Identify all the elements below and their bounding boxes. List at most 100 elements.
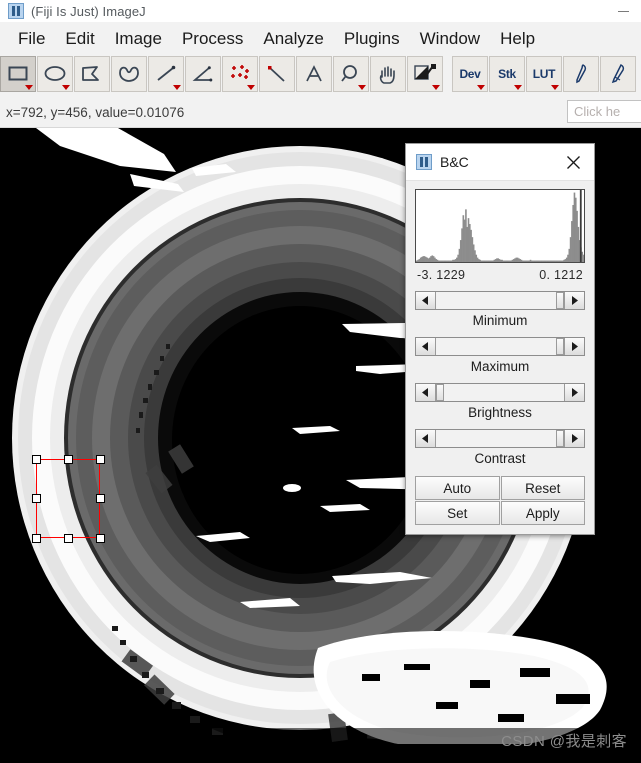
apply-button[interactable]: Apply <box>500 501 585 525</box>
caret-left-icon <box>422 388 428 397</box>
contrast-left-arrow-button[interactable] <box>416 430 436 447</box>
brightness-contrast-dialog: B&C -3. 1229 0. 1212 Minimum Maximum Bri… <box>405 143 595 535</box>
bc-dialog-titlebar: B&C <box>406 144 594 181</box>
menu-item-plugins[interactable]: Plugins <box>334 27 410 51</box>
roi-handle-top-left[interactable] <box>32 455 41 464</box>
brightness-label: Brightness <box>468 405 532 420</box>
bc-dialog-body: -3. 1229 0. 1212 Minimum Maximum Brightn… <box>406 181 594 534</box>
rectangle-roi[interactable] <box>36 459 100 538</box>
dev-button-label: Dev <box>459 67 481 81</box>
caret-right-icon <box>572 342 578 351</box>
roi-handle-top-right[interactable] <box>96 455 105 464</box>
minimum-thumb[interactable] <box>556 292 564 309</box>
minimum-label: Minimum <box>472 313 528 328</box>
freehand-tool[interactable] <box>111 56 147 92</box>
roi-handle-bottom-center[interactable] <box>64 534 73 543</box>
stk-button-label: Stk <box>498 67 516 81</box>
chevron-down-icon <box>477 85 485 90</box>
roi-handle-bottom-left[interactable] <box>32 534 41 543</box>
roi-handle-middle-right[interactable] <box>96 494 105 503</box>
contrast-label: Contrast <box>474 451 526 466</box>
imagej-window: (Fiji Is Just) ImageJ File Edit Image Pr… <box>0 0 641 763</box>
caret-left-icon <box>422 296 428 305</box>
set-button[interactable]: Set <box>415 501 500 525</box>
angle-tool[interactable] <box>185 56 221 92</box>
bc-button-grid: Auto Reset Set Apply <box>415 476 585 525</box>
lut-button-label: LUT <box>532 67 556 81</box>
roi-handle-top-center[interactable] <box>64 455 73 464</box>
dropper-tool[interactable] <box>407 56 443 92</box>
menu-item-help[interactable]: Help <box>490 27 545 51</box>
histogram-max-label: 0. 1212 <box>539 268 583 282</box>
brightness-thumb[interactable] <box>436 384 444 401</box>
csdn-watermark: CSDN @我是刺客 <box>501 733 627 750</box>
window-controls <box>605 0 641 22</box>
menu-item-file[interactable]: File <box>8 27 55 51</box>
menu-item-window[interactable]: Window <box>410 27 490 51</box>
contrast-track[interactable] <box>436 430 564 447</box>
chevron-down-icon <box>514 85 522 90</box>
menu-item-edit[interactable]: Edit <box>55 27 104 51</box>
line-tool[interactable] <box>148 56 184 92</box>
chevron-down-icon <box>358 85 366 90</box>
minimum-right-arrow-button[interactable] <box>564 292 584 309</box>
wand-tool[interactable] <box>259 56 295 92</box>
status-bar: x=792, y=456, value=0.01076 Click he <box>0 97 641 128</box>
brightness-left-arrow-button[interactable] <box>416 384 436 401</box>
dev-button[interactable]: Dev <box>452 56 488 92</box>
contrast-thumb[interactable] <box>556 430 564 447</box>
caret-right-icon <box>572 388 578 397</box>
window-title: (Fiji Is Just) ImageJ <box>31 3 146 19</box>
minimum-scrollbar[interactable] <box>415 291 585 310</box>
pencil-tool[interactable] <box>563 56 599 92</box>
close-button[interactable] <box>556 144 590 180</box>
reset-button[interactable]: Reset <box>500 476 585 500</box>
maximum-label: Maximum <box>470 359 530 374</box>
chevron-down-icon <box>432 85 440 90</box>
tool-bar: Dev Stk LUT <box>0 55 641 97</box>
text-tool[interactable] <box>296 56 332 92</box>
polygon-tool[interactable] <box>74 56 110 92</box>
brightness-scrollbar[interactable] <box>415 383 585 402</box>
rectangle-tool[interactable] <box>0 56 36 92</box>
maximum-left-arrow-button[interactable] <box>416 338 436 355</box>
minimum-slider[interactable]: Minimum <box>415 291 585 328</box>
stk-button[interactable]: Stk <box>489 56 525 92</box>
histogram-range-labels: -3. 1229 0. 1212 <box>415 268 585 282</box>
menu-item-analyze[interactable]: Analyze <box>253 27 333 51</box>
maximum-right-arrow-button[interactable] <box>564 338 584 355</box>
contrast-right-arrow-button[interactable] <box>564 430 584 447</box>
chevron-down-icon <box>551 85 559 90</box>
lut-button[interactable]: LUT <box>526 56 562 92</box>
brightness-right-arrow-button[interactable] <box>564 384 584 401</box>
maximum-scrollbar[interactable] <box>415 337 585 356</box>
multipoint-tool[interactable] <box>222 56 258 92</box>
minimum-track[interactable] <box>436 292 564 309</box>
brightness-slider[interactable]: Brightness <box>415 383 585 420</box>
menu-item-image[interactable]: Image <box>105 27 172 51</box>
contrast-slider[interactable]: Contrast <box>415 429 585 466</box>
roi-handle-middle-left[interactable] <box>32 494 41 503</box>
contrast-scrollbar[interactable] <box>415 429 585 448</box>
brightness-track[interactable] <box>436 384 564 401</box>
hand-tool[interactable] <box>370 56 406 92</box>
magnifier-tool[interactable] <box>333 56 369 92</box>
oval-tool[interactable] <box>37 56 73 92</box>
minimum-left-arrow-button[interactable] <box>416 292 436 309</box>
minimize-button[interactable] <box>605 0 641 22</box>
chevron-down-icon <box>173 85 181 90</box>
maximum-thumb[interactable] <box>556 338 564 355</box>
auto-button[interactable]: Auto <box>415 476 500 500</box>
imagej-logo-icon <box>416 154 432 170</box>
search-input[interactable]: Click he <box>567 100 641 123</box>
menu-bar: File Edit Image Process Analyze Plugins … <box>0 22 641 55</box>
window-titlebar: (Fiji Is Just) ImageJ <box>0 0 641 22</box>
maximum-slider[interactable]: Maximum <box>415 337 585 374</box>
brush-tool[interactable] <box>600 56 636 92</box>
caret-right-icon <box>572 296 578 305</box>
maximum-track[interactable] <box>436 338 564 355</box>
menu-item-process[interactable]: Process <box>172 27 253 51</box>
roi-handle-bottom-right[interactable] <box>96 534 105 543</box>
chevron-down-icon <box>25 85 33 90</box>
close-icon <box>566 155 580 169</box>
